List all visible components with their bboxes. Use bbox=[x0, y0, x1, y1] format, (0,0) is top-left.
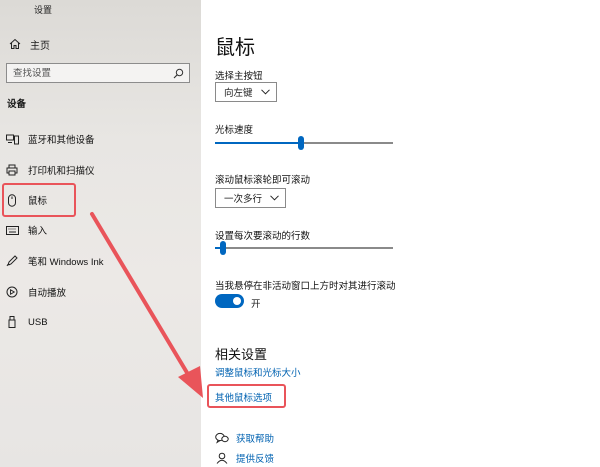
search-icon[interactable] bbox=[170, 65, 186, 81]
toggle-state-label: 开 bbox=[251, 299, 261, 310]
slider-fill bbox=[215, 142, 298, 144]
scroll-lines-slider[interactable] bbox=[215, 240, 393, 256]
chevron-down-icon bbox=[270, 195, 279, 201]
sidebar-item-label: USB bbox=[28, 316, 48, 328]
get-help-link[interactable]: 获取帮助 bbox=[236, 431, 274, 445]
sidebar-item-label: 自动播放 bbox=[28, 288, 67, 299]
slider-thumb[interactable] bbox=[298, 136, 304, 150]
feedback-link[interactable]: 提供反馈 bbox=[236, 451, 274, 465]
sidebar-item-label: 笔和 Windows Ink bbox=[28, 257, 104, 268]
sidebar-item-label: 输入 bbox=[28, 226, 48, 237]
get-help-row[interactable]: 获取帮助 bbox=[215, 431, 274, 445]
chat-help-icon bbox=[215, 431, 229, 445]
inactive-scroll-toggle[interactable] bbox=[215, 294, 244, 308]
cursor-speed-slider[interactable] bbox=[215, 135, 393, 151]
pen-icon bbox=[5, 254, 19, 268]
annotation-highlight-mouse bbox=[2, 183, 76, 217]
sidebar-item-typing[interactable]: 输入 bbox=[5, 221, 47, 239]
sidebar-item-label: 打印机和扫描仪 bbox=[28, 166, 95, 177]
feedback-row[interactable]: 提供反馈 bbox=[215, 451, 274, 465]
scroll-mode-label: 滚动鼠标滚轮即可滚动 bbox=[215, 175, 311, 186]
slider-thumb[interactable] bbox=[220, 241, 226, 255]
primary-button-label: 选择主按钮 bbox=[215, 71, 263, 82]
search-input[interactable] bbox=[7, 67, 170, 79]
autoplay-icon bbox=[5, 285, 19, 299]
sidebar-item-autoplay[interactable]: 自动播放 bbox=[5, 283, 66, 301]
settings-search[interactable] bbox=[6, 63, 190, 83]
usb-icon bbox=[5, 315, 19, 329]
sidebar-item-bluetooth[interactable]: 蓝牙和其他设备 bbox=[5, 130, 95, 148]
slider-track bbox=[226, 247, 393, 249]
scroll-mode-dropdown[interactable]: 一次多行 bbox=[215, 188, 287, 208]
section-heading: 设备 bbox=[7, 99, 27, 110]
app-title: 设置 bbox=[34, 5, 53, 15]
slider-track bbox=[304, 142, 393, 144]
sidebar-item-label: 蓝牙和其他设备 bbox=[28, 135, 95, 146]
link-mouse-cursor-size[interactable]: 调整鼠标和光标大小 bbox=[215, 365, 301, 379]
primary-button-value: 向左键 bbox=[224, 88, 253, 99]
navigation-pane: 设置 主页 设备 蓝牙和其他设备 打印机和扫描仪 鼠标 bbox=[0, 0, 201, 467]
nav-home[interactable]: 主页 bbox=[8, 36, 50, 52]
home-icon bbox=[8, 37, 22, 51]
page-title: 鼠标 bbox=[215, 37, 255, 59]
feedback-icon bbox=[215, 451, 229, 465]
annotation-highlight-link bbox=[207, 384, 286, 408]
nav-home-label: 主页 bbox=[30, 40, 50, 52]
chevron-down-icon bbox=[260, 89, 270, 95]
printer-icon bbox=[5, 163, 19, 177]
bluetooth-devices-icon bbox=[5, 132, 19, 146]
scroll-mode-value: 一次多行 bbox=[224, 194, 263, 205]
toggle-knob bbox=[233, 297, 241, 305]
primary-button-dropdown[interactable]: 向左键 bbox=[215, 82, 277, 102]
sidebar-item-usb[interactable]: USB bbox=[5, 313, 48, 331]
keyboard-icon bbox=[5, 223, 19, 237]
cursor-speed-label: 光标速度 bbox=[215, 125, 254, 136]
inactive-scroll-label: 当我悬停在非活动窗口上方时对其进行滚动 bbox=[215, 281, 396, 292]
sidebar-item-pen[interactable]: 笔和 Windows Ink bbox=[5, 252, 104, 270]
related-settings-heading: 相关设置 bbox=[215, 347, 268, 362]
sidebar-item-printers[interactable]: 打印机和扫描仪 bbox=[5, 161, 95, 179]
